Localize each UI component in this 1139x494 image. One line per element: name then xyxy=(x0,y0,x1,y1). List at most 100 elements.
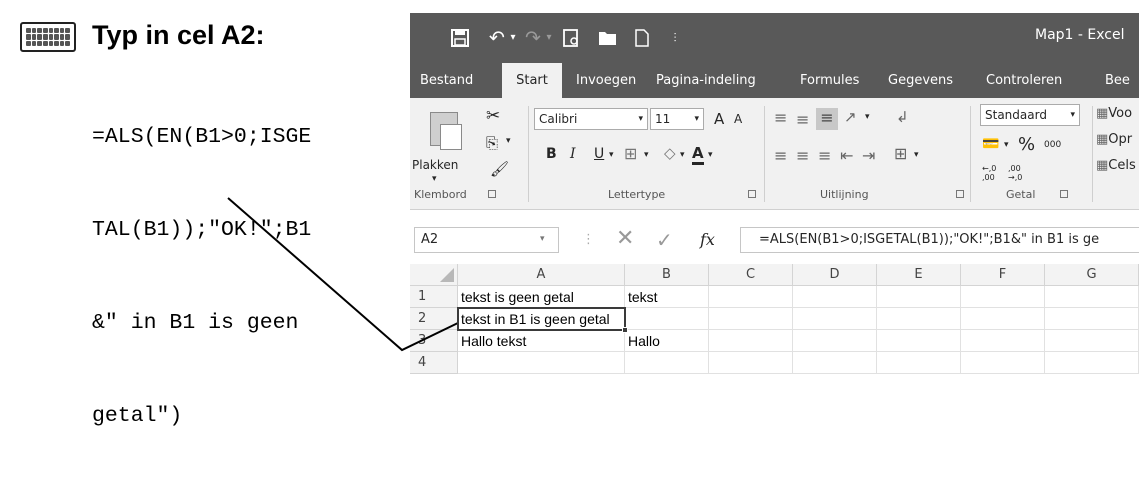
fill-handle[interactable] xyxy=(622,327,628,333)
save-icon[interactable] xyxy=(450,26,470,50)
currency-dropdown-icon[interactable]: ▾ xyxy=(1004,140,1009,150)
new-document-icon[interactable] xyxy=(632,26,652,50)
number-format-select[interactable]: Standaard ▾ xyxy=(980,104,1080,126)
align-bottom-icon[interactable]: ≡ xyxy=(816,108,838,130)
cell-c1[interactable] xyxy=(709,286,793,308)
row-header-3[interactable]: 3 xyxy=(410,330,458,352)
format-painter-icon[interactable]: 🖌 xyxy=(490,160,509,178)
more-options-icon[interactable]: ⋮ xyxy=(582,232,595,247)
font-color-dropdown-icon[interactable]: ▾ xyxy=(708,150,713,160)
cell-styles-button[interactable]: ▦Cels xyxy=(1096,158,1136,173)
cell-f2[interactable] xyxy=(961,308,1045,330)
cell-f1[interactable] xyxy=(961,286,1045,308)
cell-e4[interactable] xyxy=(877,352,961,374)
cell-g2[interactable] xyxy=(1045,308,1139,330)
currency-icon[interactable]: 💳 xyxy=(982,136,999,152)
column-header-b[interactable]: B xyxy=(625,264,709,286)
cell-b4[interactable] xyxy=(625,352,709,374)
column-header-a[interactable]: A xyxy=(458,264,625,286)
cell-a4[interactable] xyxy=(458,352,625,374)
bold-button[interactable]: B xyxy=(546,146,557,162)
name-box[interactable]: A2 xyxy=(414,227,559,253)
cell-d2[interactable] xyxy=(793,308,877,330)
tab-controleren[interactable]: Controleren xyxy=(986,63,1062,98)
cell-e3[interactable] xyxy=(877,330,961,352)
copy-icon[interactable]: ⎘ xyxy=(486,134,498,152)
redo-dropdown-icon[interactable]: ▾ xyxy=(544,26,554,50)
cell-e2[interactable] xyxy=(877,308,961,330)
align-right-icon[interactable]: ≡ xyxy=(818,146,831,165)
font-color-button[interactable]: A xyxy=(692,144,704,165)
paste-dropdown-icon[interactable]: ▾ xyxy=(432,174,437,184)
column-header-d[interactable]: D xyxy=(793,264,877,286)
font-size-select[interactable]: 11 ▾ xyxy=(650,108,704,130)
align-middle-icon[interactable]: ≡ xyxy=(796,110,809,129)
orientation-icon[interactable]: ↗ xyxy=(844,108,857,126)
cell-a2[interactable]: tekst in B1 is geen getal xyxy=(458,308,625,330)
cell-b3[interactable]: Hallo xyxy=(625,330,709,352)
conditional-formatting-button[interactable]: ▦Voo xyxy=(1096,106,1132,121)
percent-button[interactable]: % xyxy=(1018,134,1035,155)
name-box-dropdown-icon[interactable]: ▾ xyxy=(540,234,545,244)
italic-button[interactable]: I xyxy=(570,146,576,162)
row-header-2[interactable]: 2 xyxy=(410,308,458,330)
decrease-indent-icon[interactable]: ⇤ xyxy=(840,146,853,165)
align-center-icon[interactable]: ≡ xyxy=(796,146,809,165)
merge-center-icon[interactable]: ⊞ xyxy=(894,144,907,163)
tab-invoegen[interactable]: Invoegen xyxy=(576,63,636,98)
cell-a1[interactable]: tekst is geen getal xyxy=(458,286,625,308)
number-launcher-icon[interactable] xyxy=(1060,190,1068,198)
increase-decimal-button[interactable]: ←,0 ,00 xyxy=(982,164,1006,182)
tab-pagina-indeling[interactable]: Pagina-indeling xyxy=(656,63,756,98)
cell-c3[interactable] xyxy=(709,330,793,352)
fill-color-dropdown-icon[interactable]: ▾ xyxy=(680,150,685,160)
borders-dropdown-icon[interactable]: ▾ xyxy=(644,150,649,160)
copy-dropdown-icon[interactable]: ▾ xyxy=(506,136,511,146)
orientation-dropdown-icon[interactable]: ▾ xyxy=(865,112,870,122)
underline-dropdown-icon[interactable]: ▾ xyxy=(609,150,614,160)
redo-icon[interactable]: ↷ xyxy=(522,26,544,50)
customize-qat-icon[interactable]: ⫶ xyxy=(668,26,682,50)
cell-d1[interactable] xyxy=(793,286,877,308)
cut-icon[interactable]: ✂ xyxy=(486,106,500,126)
undo-icon[interactable]: ↶ xyxy=(486,26,508,50)
cell-f4[interactable] xyxy=(961,352,1045,374)
tab-formules[interactable]: Formules xyxy=(800,63,859,98)
paste-label[interactable]: Plakken xyxy=(412,158,458,172)
cell-g4[interactable] xyxy=(1045,352,1139,374)
cell-f3[interactable] xyxy=(961,330,1045,352)
thousands-button[interactable]: 000 xyxy=(1044,140,1061,150)
row-header-1[interactable]: 1 xyxy=(410,286,458,308)
select-all-corner[interactable] xyxy=(410,264,458,286)
column-header-c[interactable]: C xyxy=(709,264,793,286)
print-preview-icon[interactable] xyxy=(560,26,582,50)
row-header-4[interactable]: 4 xyxy=(410,352,458,374)
cell-d4[interactable] xyxy=(793,352,877,374)
column-header-e[interactable]: E xyxy=(877,264,961,286)
cell-d3[interactable] xyxy=(793,330,877,352)
undo-dropdown-icon[interactable]: ▾ xyxy=(508,26,518,50)
cell-b2[interactable] xyxy=(625,308,709,330)
cell-b1[interactable]: tekst xyxy=(625,286,709,308)
column-header-f[interactable]: F xyxy=(961,264,1045,286)
shrink-font-icon[interactable]: A xyxy=(734,112,742,126)
cancel-entry-icon[interactable]: ✕ xyxy=(616,226,634,251)
tab-beeld[interactable]: Bee xyxy=(1105,63,1130,98)
column-header-g[interactable]: G xyxy=(1045,264,1139,286)
wrap-text-icon[interactable]: ↲ xyxy=(896,108,909,126)
formula-input[interactable]: =ALS(EN(B1>0;ISGETAL(B1));"OK!";B1&" in … xyxy=(740,227,1139,253)
cell-e1[interactable] xyxy=(877,286,961,308)
align-left-icon[interactable]: ≡ xyxy=(774,146,787,165)
grow-font-icon[interactable]: A xyxy=(714,110,724,128)
alignment-launcher-icon[interactable] xyxy=(956,190,964,198)
decrease-decimal-button[interactable]: ,00 →,0 xyxy=(1008,164,1032,182)
font-launcher-icon[interactable] xyxy=(748,190,756,198)
format-as-table-button[interactable]: ▦Opr xyxy=(1096,132,1132,147)
underline-button[interactable]: U xyxy=(594,146,604,162)
tab-gegevens[interactable]: Gegevens xyxy=(888,63,953,98)
tab-bestand[interactable]: Bestand xyxy=(420,63,473,98)
increase-indent-icon[interactable]: ⇥ xyxy=(862,146,875,165)
merge-dropdown-icon[interactable]: ▾ xyxy=(914,150,919,160)
cell-c4[interactable] xyxy=(709,352,793,374)
cell-a3[interactable]: Hallo tekst xyxy=(458,330,625,352)
